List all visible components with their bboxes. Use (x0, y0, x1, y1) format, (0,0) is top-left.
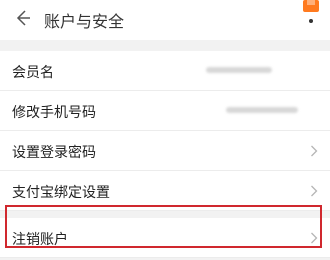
back-arrow-icon[interactable] (10, 6, 34, 30)
page-title: 账户与安全 (44, 12, 125, 31)
phone-value-obscured (226, 107, 298, 113)
top-bar: 账户与安全 (0, 0, 330, 40)
member-name-value-obscured (206, 67, 272, 73)
row-label: 设置登录密码 (12, 145, 96, 161)
settings-list: 会员名 修改手机号码 设置登录密码 支付宝绑定设置 注销账户 (0, 51, 330, 258)
row-member-name[interactable]: 会员名 (0, 51, 330, 91)
chevron-right-icon (311, 232, 318, 244)
row-delete-account[interactable]: 注销账户 (0, 218, 330, 258)
row-set-login-password[interactable]: 设置登录密码 (0, 131, 330, 171)
row-change-phone[interactable]: 修改手机号码 (0, 91, 330, 131)
orange-badge-icon (303, 0, 319, 23)
row-label: 会员名 (12, 65, 54, 81)
row-label: 修改手机号码 (12, 105, 96, 121)
account-security-screen: 账户与安全 会员名 修改手机号码 设置登录密码 支付宝绑定设置 注销账户 (0, 0, 330, 260)
chevron-right-icon (311, 185, 318, 197)
row-label: 注销账户 (12, 232, 68, 248)
row-alipay-binding[interactable]: 支付宝绑定设置 (0, 171, 330, 211)
row-label: 支付宝绑定设置 (12, 185, 110, 201)
chevron-right-icon (311, 145, 318, 157)
